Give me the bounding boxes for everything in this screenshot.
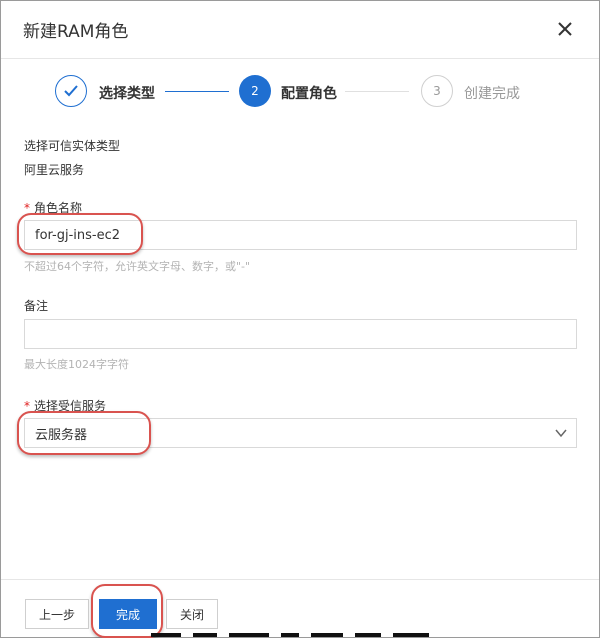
remark-input[interactable] bbox=[24, 319, 577, 349]
role-name-annotation-circle bbox=[17, 213, 143, 255]
step-3-label: 创建完成 bbox=[464, 86, 520, 102]
step-1-label: 选择类型 bbox=[99, 86, 155, 102]
previous-step-button[interactable]: 上一步 bbox=[25, 599, 89, 629]
step-1-check-icon bbox=[55, 75, 87, 107]
remark-hint: 最大长度1024字字符 bbox=[24, 358, 129, 371]
step-connector-2 bbox=[345, 91, 409, 92]
step-3-number: 3 bbox=[421, 75, 453, 107]
step-connector-1 bbox=[165, 91, 229, 92]
dialog-title: 新建RAM角色 bbox=[23, 22, 129, 42]
finish-annotation-circle bbox=[91, 584, 163, 638]
role-name-hint: 不超过64个字符，允许英文字母、数字，或"-" bbox=[24, 260, 251, 273]
step-2-number: 2 bbox=[239, 75, 271, 107]
remark-label: 备注 bbox=[24, 299, 49, 313]
chevron-down-icon bbox=[554, 426, 568, 440]
service-annotation-circle bbox=[17, 411, 151, 455]
step-2-label: 配置角色 bbox=[281, 86, 337, 102]
close-button[interactable]: 关闭 bbox=[166, 599, 218, 629]
bottom-edge-artifact bbox=[151, 633, 551, 638]
dialog-header: 新建RAM角色 bbox=[1, 1, 599, 59]
new-ram-role-dialog: 新建RAM角色 选择类型 2 配置角色 3 创建完成 选择可信实体类型 阿里云服… bbox=[0, 0, 600, 638]
dialog-footer: 上一步 完成 关闭 bbox=[1, 579, 599, 638]
trusted-entity-value: 阿里云服务 bbox=[24, 163, 85, 177]
step-indicator: 选择类型 2 配置角色 3 创建完成 bbox=[1, 71, 599, 111]
close-icon[interactable] bbox=[551, 15, 579, 43]
trusted-entity-label: 选择可信实体类型 bbox=[24, 139, 121, 153]
